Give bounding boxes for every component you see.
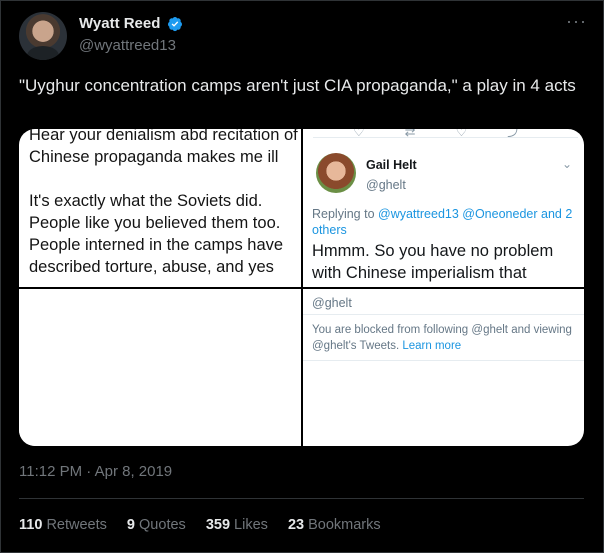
divider [303,360,584,361]
likes-stat[interactable]: 359 Likes [206,517,268,533]
screenshot-text-left: Hear your denialism abd recitation of Ch… [29,129,301,278]
action-icons-row: ♡⇄♡⤴ [353,129,560,140]
chevron-down-icon: ⌄ [561,157,572,171]
media-divider-horizontal [19,287,584,289]
quotes-label: Quotes [139,517,186,533]
divider [313,137,578,138]
likes-count: 359 [205,517,231,533]
tweet-text: "Uyghur concentration camps aren't just … [19,76,576,95]
tweet-card: Wyatt Reed @wyattreed13 ··· "Uyghur conc… [0,0,604,553]
quotes-count: 9 [126,517,135,533]
bookmarks-count: 23 [287,517,305,533]
reply-tweet-text: Hmmm. So you have no problem with Chines… [312,242,554,282]
blocked-notice: You are blocked from following @ghelt an… [312,322,580,354]
retweets-stat[interactable]: 110 Retweets [19,517,107,533]
media-panel-4[interactable]: @ghelt You are blocked from following @g… [303,289,584,446]
likes-label: Likes [234,517,268,533]
reply-author-name: Gail Helt [366,158,417,172]
left-para-2: It's exactly what the Soviets did. Peopl… [29,192,284,276]
left-para-1: Hear your denialism abd recitation of Ch… [29,129,298,166]
quotes-stat[interactable]: 9 Quotes [127,517,186,533]
author-avatar[interactable] [19,12,67,60]
media-panel-3[interactable] [19,289,301,446]
author-name[interactable]: Wyatt Reed [79,15,160,32]
engagement-stats: 110 Retweets 9 Quotes 359 Likes 23 Bookm… [19,517,397,533]
media-panel-1[interactable]: Hear your denialism abd recitation of Ch… [19,129,301,287]
bookmarks-label: Bookmarks [308,517,381,533]
blocked-handle: @ghelt [312,296,352,310]
divider [19,498,584,499]
replying-to-line: Replying to @wyattreed13 @Oneoneder and … [312,206,577,238]
replying-prefix: Replying to [312,207,379,221]
more-horizontal-icon[interactable]: ··· [566,11,587,32]
tweet-timestamp[interactable]: 11:12 PM · Apr 8, 2019 [19,463,172,480]
author-handle[interactable]: @wyattreed13 [79,37,176,54]
reply-author-handle: @ghelt [366,178,406,192]
tweet-media-grid[interactable]: Hear your denialism abd recitation of Ch… [19,129,584,446]
divider [303,314,584,315]
retweets-count: 110 [19,517,43,533]
media-panel-2[interactable]: ♡⇄♡⤴ Gail Helt @ghelt ⌄ Replying to @wya… [303,129,584,287]
learn-more-link: Learn more [402,340,462,352]
bookmarks-stat[interactable]: 23 Bookmarks [288,517,381,533]
verified-badge-icon [168,17,182,32]
retweets-label: Retweets [46,517,107,533]
reply-author-avatar [316,153,356,193]
